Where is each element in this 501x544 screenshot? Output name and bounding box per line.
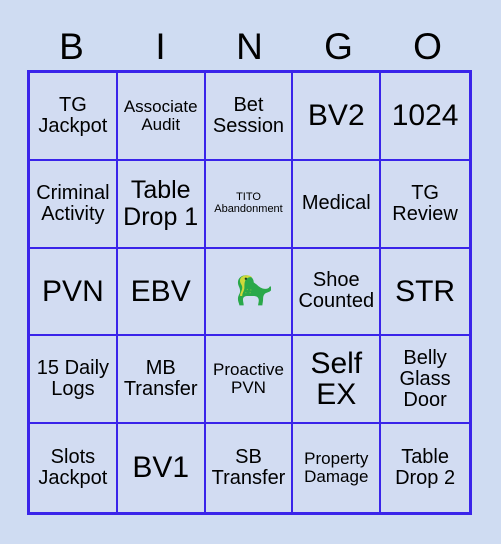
bingo-header: B I N G O — [27, 24, 472, 68]
bingo-cell-label: Self EX — [310, 346, 363, 412]
bingo-cell[interactable]: 15 Daily Logs — [30, 336, 118, 425]
bingo-cell-label: Bet Session — [212, 93, 285, 137]
bingo-cell-label: Table Drop 2 — [395, 446, 456, 490]
bingo-cell[interactable]: BV1 — [117, 424, 206, 512]
bingo-cell[interactable]: Shoe Counted — [293, 248, 382, 337]
bingo-grid: TG Jackpot Associate Audit Bet Session BV2 1… — [27, 70, 472, 515]
bingo-cell-label: Property Damage — [304, 449, 369, 487]
bingo-cell-label: SB Transfer — [211, 446, 286, 490]
bingo-cell[interactable]: Bet Session — [205, 73, 294, 161]
bingo-cell[interactable]: Slots Jackpot — [30, 424, 118, 512]
bingo-cell-label: STR — [395, 274, 456, 308]
bingo-cell-label: Shoe Counted — [298, 269, 375, 313]
bingo-cell[interactable]: Property Damage — [293, 424, 382, 512]
bingo-cell[interactable]: 1024 — [381, 73, 469, 161]
bingo-cell-label: EBV — [130, 274, 191, 308]
bingo-cell[interactable]: BV2 — [293, 73, 382, 161]
bingo-cell[interactable]: Criminal Activity — [30, 160, 118, 249]
bingo-cell[interactable]: STR — [381, 248, 469, 337]
bingo-cell[interactable]: TITO Abandonment — [205, 160, 294, 249]
bingo-cell[interactable]: Table Drop 2 — [381, 424, 469, 512]
bingo-cell-label: Table Drop 1 — [123, 176, 199, 231]
bingo-cell[interactable]: EBV — [117, 248, 206, 337]
bingo-cell-label: Criminal Activity — [36, 181, 110, 225]
bingo-cell-label: Associate Audit — [123, 97, 198, 134]
bingo-cell[interactable]: Table Drop 1 — [117, 160, 206, 249]
bingo-cell-label: 15 Daily Logs — [36, 357, 110, 401]
bingo-cell[interactable]: MB Transfer — [117, 336, 206, 425]
bingo-cell[interactable]: TG Review — [381, 160, 469, 249]
bingo-cell-label: Medical — [301, 192, 371, 215]
bingo-cell[interactable]: Belly Glass Door — [381, 336, 469, 425]
header-letter-g: G — [324, 25, 353, 67]
bingo-cell[interactable]: Medical — [293, 160, 382, 249]
bingo-cell-label: TITO Abandonment — [214, 191, 283, 215]
bingo-cell[interactable]: PVN — [30, 248, 118, 337]
bingo-cell-label: Slots Jackpot — [38, 446, 108, 490]
bingo-cell-label: Proactive PVN — [213, 360, 284, 398]
header-letter-o: O — [413, 25, 442, 67]
header-letter-n: N — [236, 25, 263, 67]
bingo-card: B I N G O TG Jackpot Associate Audit Bet S… — [0, 0, 501, 544]
header-letter-b: B — [59, 25, 84, 67]
bingo-cell-label: TG Jackpot — [38, 93, 108, 137]
bingo-cell-label: Belly Glass Door — [399, 346, 451, 411]
header-letter-i: I — [155, 25, 166, 67]
bingo-cell-label: BV2 — [307, 99, 365, 133]
bingo-cell-label: MB Transfer — [123, 357, 198, 401]
bingo-cell[interactable]: Proactive PVN — [205, 336, 294, 425]
bingo-cell-label: 1024 — [391, 99, 459, 133]
dinosaur-icon — [225, 268, 272, 314]
bingo-cell[interactable]: Associate Audit — [117, 73, 206, 161]
bingo-cell[interactable]: TG Jackpot — [30, 73, 118, 161]
bingo-cell[interactable]: Self EX — [293, 336, 382, 425]
bingo-cell-label: BV1 — [132, 451, 190, 485]
bingo-cell[interactable]: SB Transfer — [205, 424, 294, 512]
free-space-cell[interactable] — [205, 248, 294, 337]
bingo-cell-label: PVN — [42, 274, 104, 308]
bingo-cell-label: TG Review — [392, 181, 458, 225]
